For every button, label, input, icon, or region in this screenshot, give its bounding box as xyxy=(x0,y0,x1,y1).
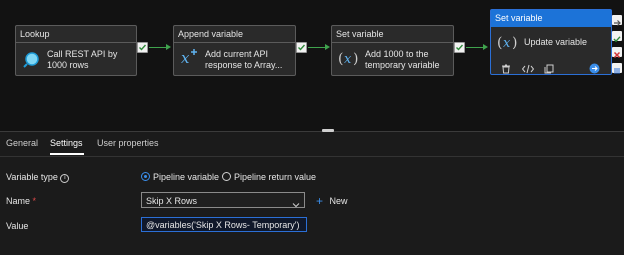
plus-icon: + xyxy=(316,194,324,208)
success-connector xyxy=(308,47,325,48)
activity-name: Add 1000 to the temporary variable xyxy=(365,49,440,70)
svg-text:(: ( xyxy=(497,35,502,51)
pipeline-variable-radio[interactable] xyxy=(141,172,150,181)
activity-name: Call REST API by 1000 rows xyxy=(47,49,118,70)
splitter-grip[interactable] xyxy=(322,129,334,132)
success-connector xyxy=(149,47,166,48)
success-output-checkbox[interactable] xyxy=(137,42,148,53)
set-variable-icon: (x) xyxy=(497,33,519,56)
properties-tabs: General Settings User properties xyxy=(0,134,624,157)
connector-arrow xyxy=(325,44,330,50)
success-output-handle[interactable] xyxy=(612,31,622,43)
success-output-checkbox[interactable] xyxy=(454,42,465,53)
svg-text:(: ( xyxy=(338,51,343,67)
pipeline-return-value-radio[interactable] xyxy=(222,172,231,181)
activity-name: Add current API response to Array... xyxy=(205,49,283,70)
pipeline-return-value-label[interactable]: Pipeline return value xyxy=(234,172,316,182)
value-label: Value xyxy=(6,221,29,231)
failure-output-handle[interactable] xyxy=(612,47,622,59)
active-tab-indicator xyxy=(50,153,84,155)
svg-text:): ) xyxy=(353,51,358,67)
variable-name-dropdown[interactable]: Skip X Rows xyxy=(141,192,305,208)
pipeline-variable-label[interactable]: Pipeline variable xyxy=(153,172,219,182)
svg-text:x: x xyxy=(181,49,190,67)
tab-user-properties[interactable]: User properties xyxy=(97,138,159,148)
info-icon[interactable]: i xyxy=(60,174,70,183)
variable-name-value: Skip X Rows xyxy=(146,196,198,206)
activity-set-variable-update[interactable]: Set variable (x) Update variable xyxy=(490,9,612,75)
value-expression-input[interactable]: @variables('Skip X Rows- Temporary') xyxy=(141,217,307,232)
activity-type-label: Lookup xyxy=(16,26,136,43)
activity-type-label: Set variable xyxy=(332,26,453,43)
success-connector xyxy=(466,47,483,48)
lookup-icon xyxy=(23,51,41,74)
tab-general[interactable]: General xyxy=(6,138,38,148)
completion-output-handle[interactable] xyxy=(612,63,622,74)
variable-type-label: Variable type i xyxy=(6,172,70,183)
append-variable-icon: x xyxy=(178,48,200,75)
activity-set-variable-temporary[interactable]: Set variable (x) Add 1000 to the tempora… xyxy=(331,25,454,76)
name-label: Name * xyxy=(6,196,37,206)
svg-text:x: x xyxy=(503,36,511,51)
connector-arrow xyxy=(166,44,171,50)
pipeline-canvas[interactable]: Lookup Call REST API by 1000 rows Append… xyxy=(0,0,624,131)
svg-text:x: x xyxy=(344,52,352,67)
activity-type-label: Append variable xyxy=(174,26,295,43)
activity-lookup[interactable]: Lookup Call REST API by 1000 rows xyxy=(15,25,137,76)
value-expression-text: @variables('Skip X Rows- Temporary') xyxy=(146,220,300,230)
success-output-checkbox[interactable] xyxy=(296,42,307,53)
required-marker: * xyxy=(32,196,37,206)
connector-arrow xyxy=(483,44,488,50)
skipped-output-handle[interactable] xyxy=(612,15,622,26)
activity-append-variable[interactable]: Append variable x Add current API respon… xyxy=(173,25,296,76)
chevron-down-icon xyxy=(292,196,300,214)
go-arrow-icon[interactable] xyxy=(589,61,600,79)
panel-splitter[interactable] xyxy=(0,131,624,132)
tab-settings[interactable]: Settings xyxy=(50,138,83,148)
activity-name: Update variable xyxy=(524,37,588,47)
set-variable-icon: (x) xyxy=(338,49,360,72)
svg-text:): ) xyxy=(512,35,517,51)
new-variable-button[interactable]: + New xyxy=(316,194,348,208)
copy-icon[interactable] xyxy=(544,61,554,79)
delete-icon[interactable] xyxy=(501,61,511,79)
activity-type-label: Set variable xyxy=(491,10,611,27)
code-icon[interactable] xyxy=(521,61,535,79)
